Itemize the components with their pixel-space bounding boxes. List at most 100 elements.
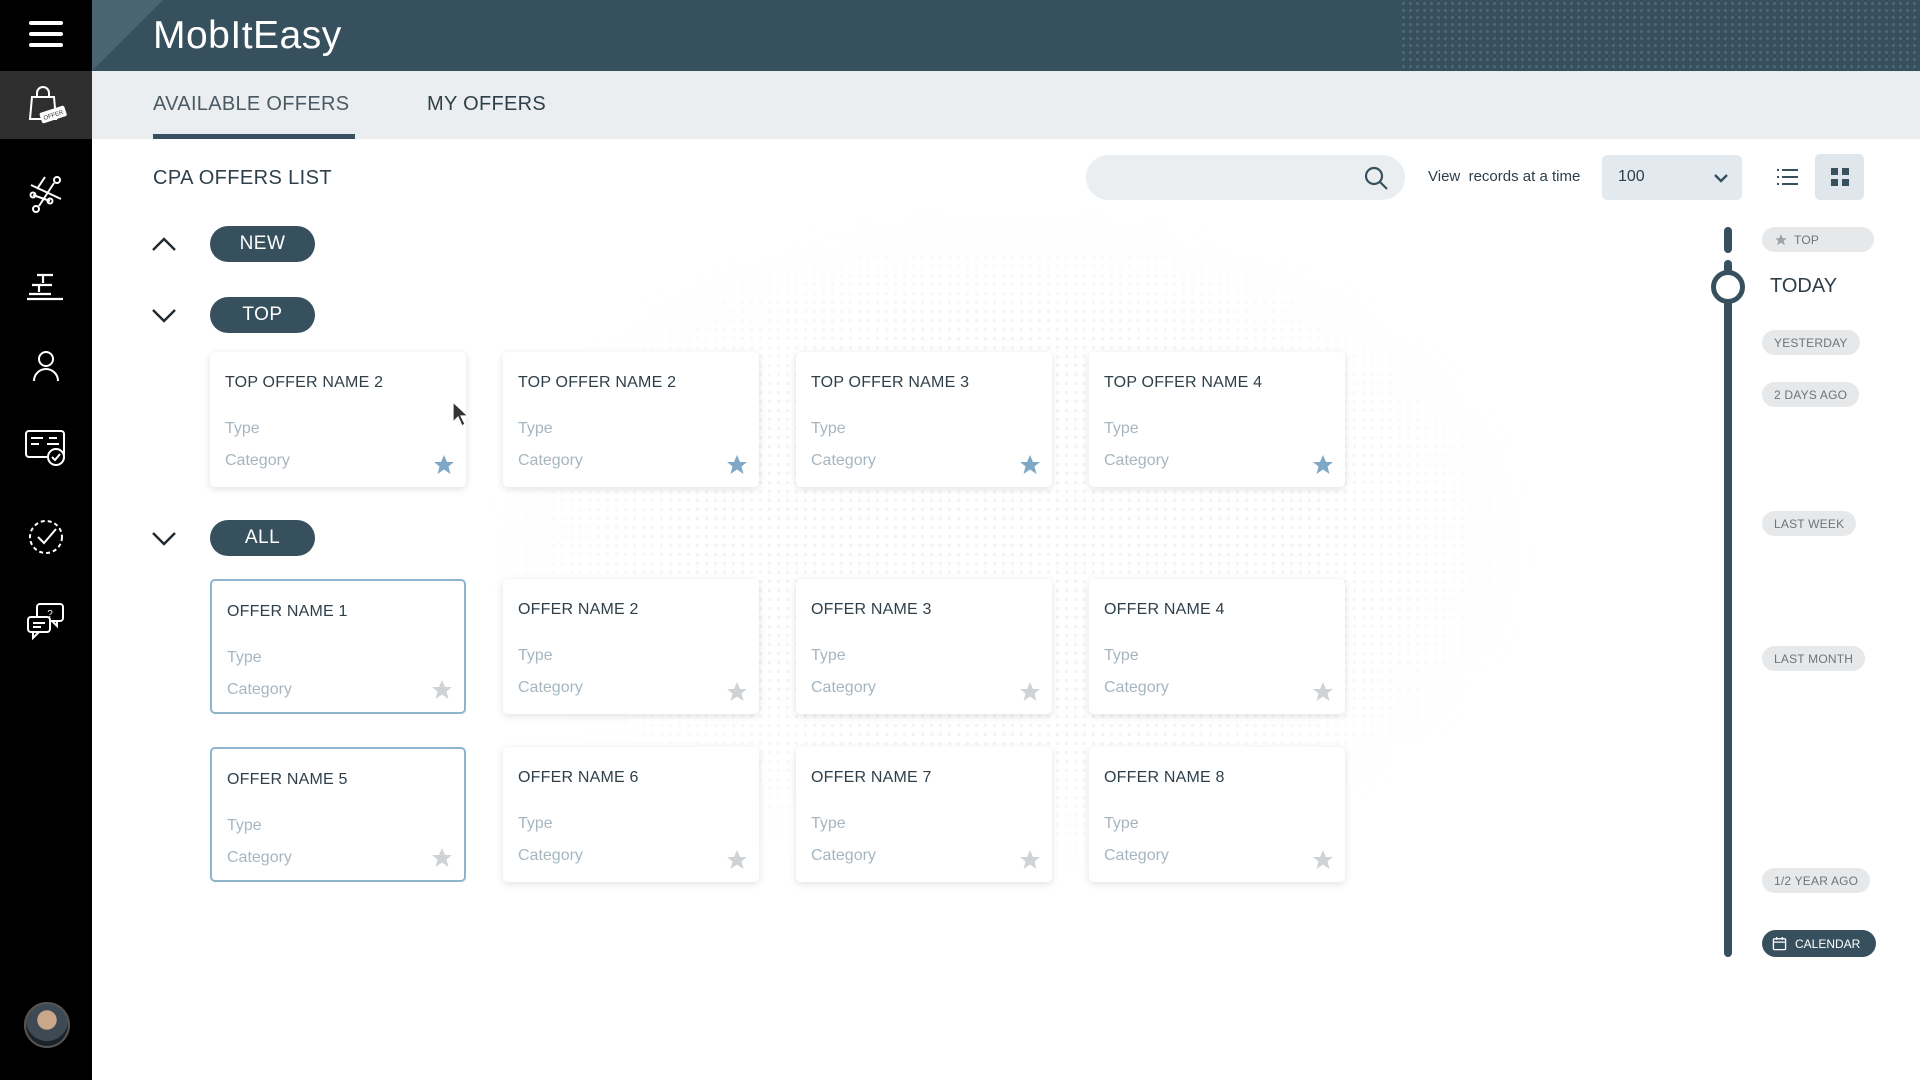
app-title: MobItEasy: [153, 14, 342, 57]
offer-name: OFFER NAME 4: [1104, 601, 1225, 618]
offer-card[interactable]: OFFER NAME 5 Type Category: [210, 747, 466, 882]
offer-category: Category: [1104, 679, 1169, 696]
offer-category: Category: [1104, 452, 1169, 469]
timeline-track[interactable]: [1724, 260, 1732, 957]
offer-card[interactable]: OFFER NAME 2 Type Category: [503, 579, 759, 714]
star-icon[interactable]: [1311, 453, 1335, 477]
timeline-handle[interactable]: [1711, 270, 1745, 304]
timeline-yesterday[interactable]: YESTERDAY: [1762, 330, 1860, 355]
offer-card[interactable]: OFFER NAME 1 Type Category: [210, 579, 466, 714]
sidebar-item-approvals[interactable]: [0, 503, 92, 571]
offer-type: Type: [811, 420, 846, 437]
grid-view-icon: [1830, 168, 1849, 186]
section-all-expand-icon[interactable]: [150, 527, 178, 549]
star-icon[interactable]: [432, 453, 456, 477]
calendar-icon: [1772, 936, 1787, 951]
offer-name: OFFER NAME 8: [1104, 769, 1225, 786]
offer-card[interactable]: OFFER NAME 7 Type Category: [796, 747, 1052, 882]
offer-card[interactable]: OFFER NAME 6 Type Category: [503, 747, 759, 882]
star-icon[interactable]: [1018, 453, 1042, 477]
offer-name: TOP OFFER NAME 4: [1104, 374, 1263, 391]
section-top-expand-icon[interactable]: [150, 304, 178, 326]
star-icon[interactable]: [430, 846, 454, 870]
grid-view-button[interactable]: [1815, 154, 1864, 200]
tab-available-offers[interactable]: AVAILABLE OFFERS: [153, 93, 349, 116]
offer-name: OFFER NAME 7: [811, 769, 932, 786]
offer-category: Category: [225, 452, 290, 469]
timeline-last-week[interactable]: LAST WEEK: [1762, 511, 1857, 536]
calendar-button[interactable]: CALENDAR: [1762, 930, 1876, 957]
user-avatar[interactable]: [24, 1002, 70, 1048]
sidebar-item-offers[interactable]: OFFER: [0, 71, 92, 139]
offer-category: Category: [227, 849, 292, 866]
sidebar: OFFER ?: [0, 0, 92, 1080]
records-per-page-value: 100: [1618, 168, 1645, 185]
star-icon[interactable]: [430, 678, 454, 702]
records-per-page-select[interactable]: 100: [1602, 155, 1742, 200]
chat-help-icon: ?: [27, 603, 64, 641]
offer-category: Category: [811, 679, 876, 696]
shopping-bag-offer-icon: OFFER: [28, 86, 67, 124]
sidebar-item-billing[interactable]: [0, 413, 92, 481]
offer-name: OFFER NAME 3: [811, 601, 932, 618]
star-icon[interactable]: [725, 680, 749, 704]
search-input[interactable]: [1104, 165, 1354, 190]
section-top-label[interactable]: TOP: [210, 297, 315, 333]
top-offer-card[interactable]: TOP OFFER NAME 2 Type Category: [210, 352, 466, 487]
top-offer-card[interactable]: TOP OFFER NAME 4 Type Category: [1089, 352, 1345, 487]
offer-name: OFFER NAME 1: [227, 603, 348, 620]
tab-my-offers[interactable]: MY OFFERS: [427, 93, 546, 116]
star-icon[interactable]: [1018, 680, 1042, 704]
sidebar-item-support[interactable]: ?: [0, 588, 92, 656]
offer-category: Category: [518, 452, 583, 469]
search-box: [1086, 155, 1405, 200]
star-icon[interactable]: [725, 453, 749, 477]
star-icon[interactable]: [1018, 848, 1042, 872]
offer-type: Type: [811, 647, 846, 664]
search-icon[interactable]: [1363, 165, 1389, 191]
payment-card-icon: [25, 430, 65, 466]
timeline-today[interactable]: TODAY: [1770, 275, 1837, 298]
app-header: MobItEasy: [92, 0, 1920, 71]
offer-card[interactable]: OFFER NAME 3 Type Category: [796, 579, 1052, 714]
hamburger-menu-icon[interactable]: [29, 21, 63, 47]
check-circle-icon: [29, 520, 63, 554]
offer-type: Type: [225, 420, 260, 437]
sidebar-item-network[interactable]: [0, 160, 92, 228]
offer-name: OFFER NAME 2: [518, 601, 639, 618]
top-offer-card[interactable]: TOP OFFER NAME 2 Type Category: [503, 352, 759, 487]
offer-name: TOP OFFER NAME 3: [811, 374, 970, 391]
star-icon[interactable]: [725, 848, 749, 872]
offer-type: Type: [1104, 815, 1139, 832]
star-icon[interactable]: [1311, 680, 1335, 704]
sidebar-item-profile[interactable]: [0, 332, 92, 400]
offer-category: Category: [1104, 847, 1169, 864]
offer-card[interactable]: OFFER NAME 8 Type Category: [1089, 747, 1345, 882]
offer-card[interactable]: OFFER NAME 4 Type Category: [1089, 579, 1345, 714]
section-new-collapse-icon[interactable]: [150, 233, 178, 255]
section-all-label[interactable]: ALL: [210, 520, 315, 556]
sidebar-item-reports[interactable]: [0, 252, 92, 320]
timeline-filter-top[interactable]: TOP: [1762, 227, 1874, 252]
offer-category: Category: [518, 679, 583, 696]
offer-type: Type: [811, 815, 846, 832]
offer-type: Type: [518, 647, 553, 664]
tab-bar: AVAILABLE OFFERS MY OFFERS: [92, 71, 1920, 139]
list-view-icon[interactable]: [1774, 162, 1804, 192]
header-world-map: [1400, 0, 1920, 71]
top-offer-card[interactable]: TOP OFFER NAME 3 Type Category: [796, 352, 1052, 487]
offer-type: Type: [227, 649, 262, 666]
network-icon: [29, 176, 62, 213]
calendar-label: CALENDAR: [1795, 936, 1861, 951]
timeline-2-days-ago[interactable]: 2 DAYS AGO: [1762, 382, 1860, 407]
offer-type: Type: [518, 815, 553, 832]
timeline-last-month[interactable]: LAST MONTH: [1762, 646, 1866, 671]
page-title: CPA OFFERS LIST: [153, 167, 332, 189]
star-icon[interactable]: [1311, 848, 1335, 872]
reports-icon: [27, 273, 63, 301]
timeline-half-year-ago[interactable]: 1/2 YEAR AGO: [1762, 868, 1871, 893]
offer-type: Type: [518, 420, 553, 437]
user-icon: [33, 351, 59, 382]
star-icon: [1775, 233, 1787, 245]
section-new-label[interactable]: NEW: [210, 226, 315, 262]
